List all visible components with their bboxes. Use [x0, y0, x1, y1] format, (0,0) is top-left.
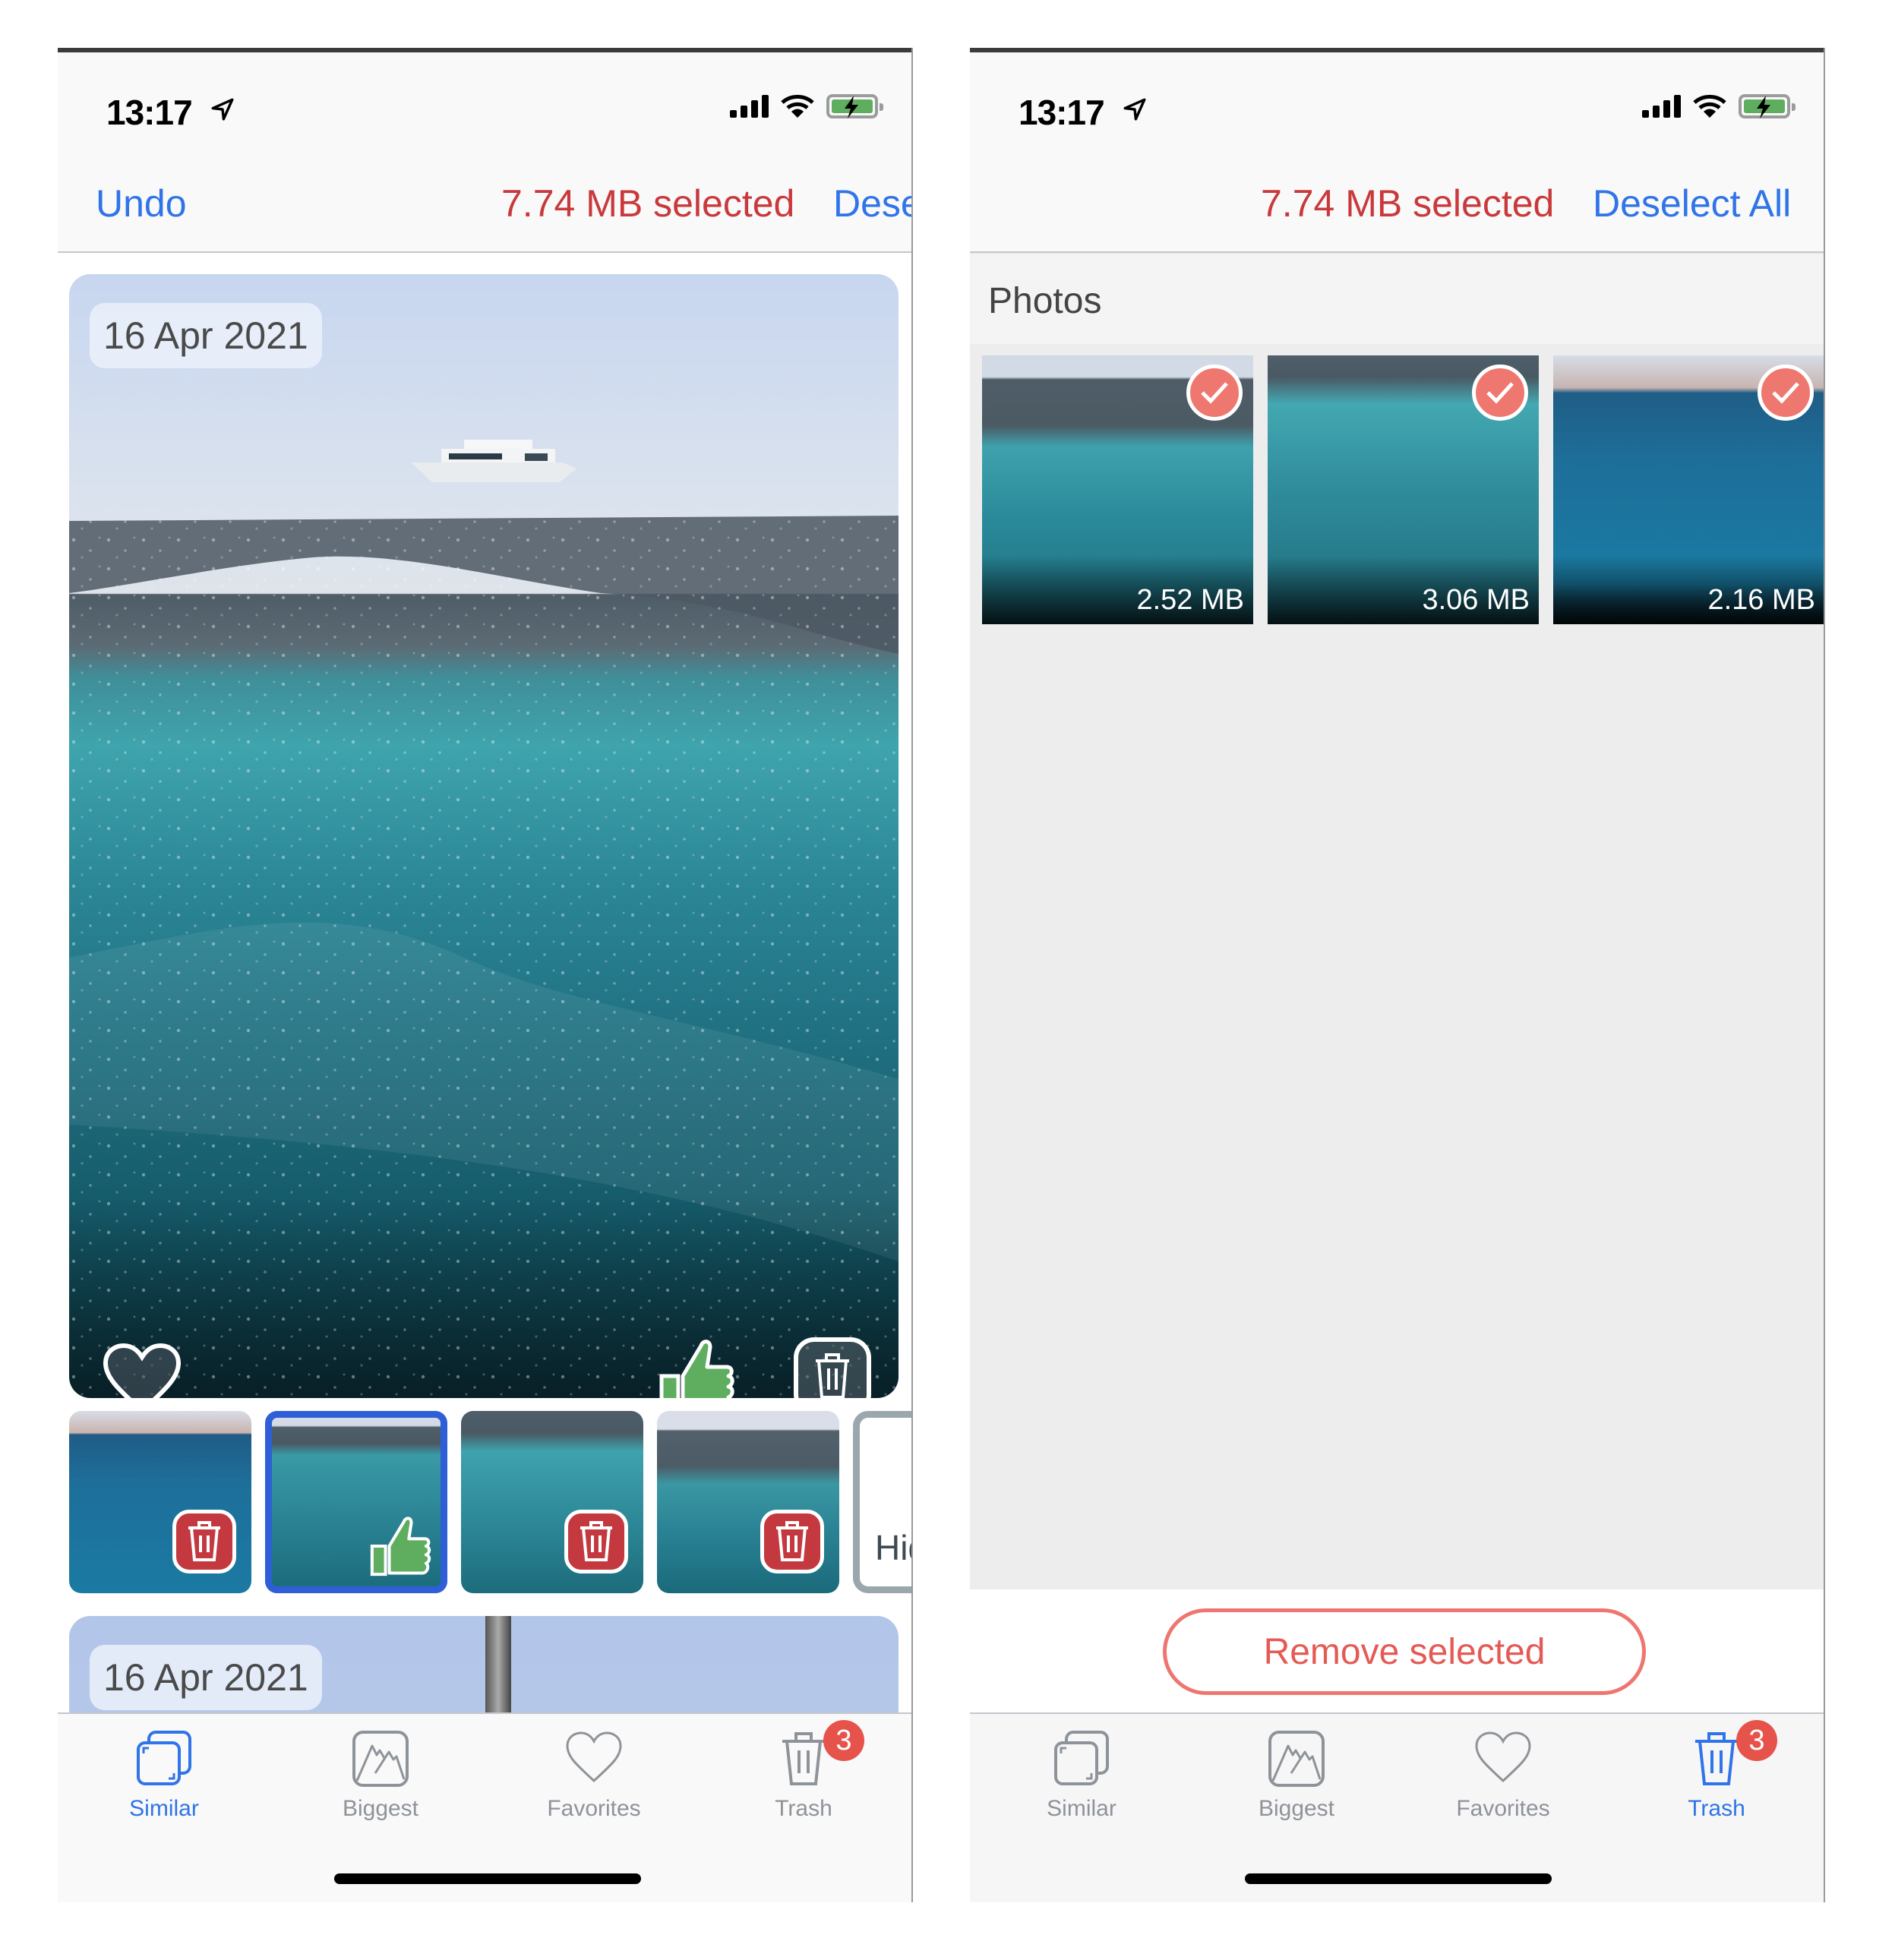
deselect-all-button[interactable]: Deselect All [1593, 181, 1791, 226]
tab-bar: Similar Biggest Favorites 3 Trash [58, 1712, 911, 1902]
trash-badge-icon [564, 1510, 628, 1573]
heart-icon [1475, 1731, 1531, 1783]
date-label: 16 Apr 2021 [90, 1645, 322, 1710]
keep-thumbs-up-icon [370, 1517, 431, 1577]
tab-label: Favorites [547, 1796, 641, 1821]
tab-biggest[interactable]: Biggest [305, 1714, 456, 1835]
remove-selected-button[interactable]: Remove selected [1163, 1608, 1646, 1695]
similar-stack-icon [137, 1731, 191, 1785]
trash-badge-icon [172, 1510, 236, 1573]
selection-nav: 7.74 MB selected Deselect All [970, 181, 1824, 235]
keep-thumbs-up-icon[interactable] [657, 1337, 736, 1398]
deselect-all-button[interactable]: Deselect All [833, 181, 911, 226]
trash-badge-icon [760, 1510, 824, 1573]
tab-similar[interactable]: Similar [1006, 1714, 1158, 1835]
tab-bar: Similar Biggest Favorites 3 Trash [970, 1712, 1824, 1902]
section-header: Photos [970, 254, 1824, 344]
thumbnail[interactable] [461, 1411, 643, 1593]
tab-label: Biggest [1258, 1796, 1335, 1821]
header: 13:17 Undo 7.74 MB selected Deselect All [58, 52, 911, 253]
checkmark-icon[interactable] [1472, 365, 1528, 421]
tab-label: Biggest [342, 1796, 419, 1821]
tab-label: Favorites [1456, 1796, 1550, 1821]
section-title: Photos [988, 281, 1102, 321]
header: 13:17 7.74 MB selected Deselect All [970, 52, 1824, 253]
thumbnail[interactable] [69, 1411, 251, 1593]
delete-trash-icon[interactable] [793, 1337, 872, 1398]
tab-biggest[interactable]: Biggest [1221, 1714, 1372, 1835]
undo-button[interactable]: Undo [96, 181, 187, 226]
location-arrow-icon [1123, 98, 1146, 121]
tab-favorites[interactable]: Favorites [1427, 1714, 1579, 1835]
status-time: 13:17 [1019, 93, 1105, 132]
heart-icon [566, 1731, 622, 1783]
checkmark-icon[interactable] [1758, 365, 1814, 421]
status-icons [730, 93, 883, 119]
photo-size: 3.06 MB [1422, 584, 1530, 616]
tab-favorites[interactable]: Favorites [518, 1714, 670, 1835]
image-mountains-icon [1268, 1731, 1325, 1787]
tab-label: Similar [129, 1796, 199, 1821]
wifi-icon [781, 94, 814, 118]
location-arrow-icon [211, 98, 234, 121]
photo-size: 2.52 MB [1136, 584, 1244, 616]
boat-image [411, 440, 576, 482]
date-label: 16 Apr 2021 [90, 303, 322, 368]
selected-size-label: 7.74 MB selected [1261, 182, 1555, 225]
hide-card-button[interactable]: Hid [853, 1411, 911, 1593]
trash-screen: 13:17 7.74 MB selected Deselect All Phot… [970, 48, 1825, 1902]
favorite-heart-icon[interactable] [102, 1343, 182, 1398]
similar-screen: 13:17 Undo 7.74 MB selected Deselect All [58, 48, 913, 1902]
trash-count-badge: 3 [1736, 1720, 1777, 1761]
trash-count-badge: 3 [823, 1720, 864, 1761]
wifi-icon [1693, 94, 1726, 118]
image-mountains-icon [352, 1731, 409, 1787]
trash-icon [1695, 1732, 1738, 1785]
similar-stack-icon [1054, 1731, 1109, 1785]
photo-card[interactable]: 16 Apr 2021 [69, 274, 899, 1398]
battery-charging-icon [1739, 94, 1796, 118]
status-icons [1642, 93, 1796, 119]
battery-charging-icon [826, 94, 883, 118]
similar-thumbnail-strip: Hid [69, 1411, 911, 1593]
trash-photo[interactable]: 3.06 MB [1268, 355, 1539, 624]
selection-nav: Undo 7.74 MB selected Deselect All [58, 181, 911, 235]
bottom-action-panel: Remove selected [970, 1589, 1824, 1712]
photo-size: 2.16 MB [1707, 584, 1815, 616]
home-indicator [334, 1873, 641, 1884]
home-indicator [1245, 1873, 1552, 1884]
checkmark-icon[interactable] [1186, 365, 1243, 421]
trash-photo[interactable]: 2.52 MB [982, 355, 1253, 624]
tab-similar[interactable]: Similar [88, 1714, 240, 1835]
cellular-signal-icon [1642, 95, 1681, 118]
hide-card-label: Hid [875, 1528, 911, 1567]
tab-label: Trash [775, 1796, 832, 1821]
thumbnail-selected[interactable] [265, 1411, 447, 1593]
tab-trash[interactable]: 3 Trash [1641, 1714, 1792, 1835]
tab-trash[interactable]: 3 Trash [728, 1714, 880, 1835]
tab-label: Trash [1688, 1796, 1745, 1821]
trash-photo[interactable]: 2.16 MB [1553, 355, 1824, 624]
thumbnail[interactable] [657, 1411, 839, 1593]
status-time: 13:17 [106, 93, 193, 132]
selected-size-label: 7.74 MB selected [501, 182, 795, 225]
cellular-signal-icon [730, 95, 769, 118]
tab-label: Similar [1047, 1796, 1116, 1821]
trash-icon [782, 1732, 825, 1785]
